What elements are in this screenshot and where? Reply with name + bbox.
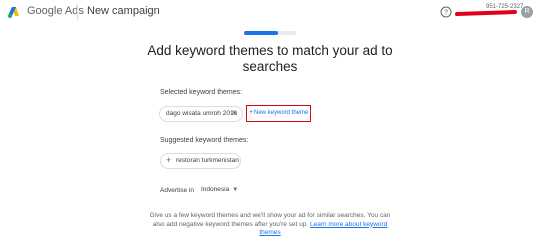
page-heading: Add keyword themes to match your ad to s… xyxy=(147,43,393,74)
suggested-theme-chip[interactable]: + restoran turkmenistan xyxy=(160,153,241,169)
advertise-in-label: Advertise in xyxy=(160,187,194,194)
plus-icon: + xyxy=(249,109,254,116)
new-keyword-theme-label: New keyword theme xyxy=(254,110,309,116)
language-select[interactable]: Indonesia ▼ xyxy=(201,186,238,196)
svg-text:?: ? xyxy=(444,10,448,17)
progress-fill xyxy=(244,31,278,35)
avatar[interactable]: R xyxy=(521,6,533,18)
keyword-theme-chip: dago wisata umroh 2016 ✕ xyxy=(159,106,243,122)
new-keyword-theme-button[interactable]: + New keyword theme xyxy=(246,105,311,122)
campaign-title: New campaign xyxy=(87,5,160,17)
add-icon: + xyxy=(166,155,172,165)
language-value: Indonesia xyxy=(201,186,230,193)
selected-themes-label: Selected keyword themes: xyxy=(160,89,243,96)
help-circle-icon[interactable]: ? xyxy=(440,6,452,18)
top-bar: Google Ads New campaign ? 951-725-2327 R xyxy=(0,0,540,24)
redaction-mark xyxy=(454,9,518,17)
product-name[interactable]: Google Ads xyxy=(27,5,84,17)
suggested-theme-label: restoran turkmenistan xyxy=(176,157,239,164)
account-id: 951-725-2327 xyxy=(486,4,524,10)
suggested-themes-label: Suggested keyword themes: xyxy=(160,137,249,144)
google-ads-logo-icon[interactable] xyxy=(7,5,21,19)
remove-icon[interactable]: ✕ xyxy=(231,109,237,117)
dropdown-caret-icon: ▼ xyxy=(232,187,239,193)
help-text: Give us a few keyword themes and we'll s… xyxy=(146,212,394,238)
header-divider xyxy=(77,4,78,20)
keyword-theme-label: dago wisata umroh 2016 xyxy=(166,110,238,117)
progress-bar xyxy=(244,31,296,35)
